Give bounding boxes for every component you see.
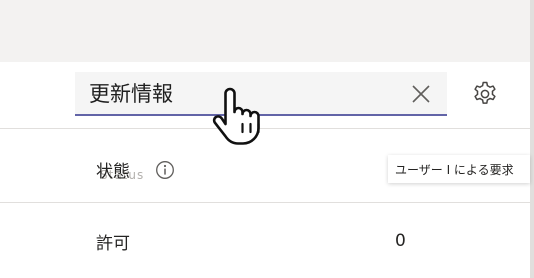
column-tooltip: ユーザー I による要求 [388, 155, 530, 183]
info-icon[interactable] [155, 160, 175, 180]
divider [0, 128, 530, 129]
header-strip [0, 0, 530, 62]
close-icon[interactable] [411, 84, 431, 104]
search-input[interactable] [89, 78, 389, 108]
app-frame: Status 状態 ユーザー I による要求 許可 0 [0, 0, 534, 278]
table-cell-count: 0 [395, 231, 406, 251]
search-box[interactable] [75, 72, 447, 116]
divider [0, 202, 530, 203]
gear-icon[interactable] [471, 80, 499, 108]
column-header-status[interactable]: 状態 [96, 157, 130, 182]
right-border [530, 0, 534, 278]
table-cell-status: 許可 [96, 234, 130, 254]
